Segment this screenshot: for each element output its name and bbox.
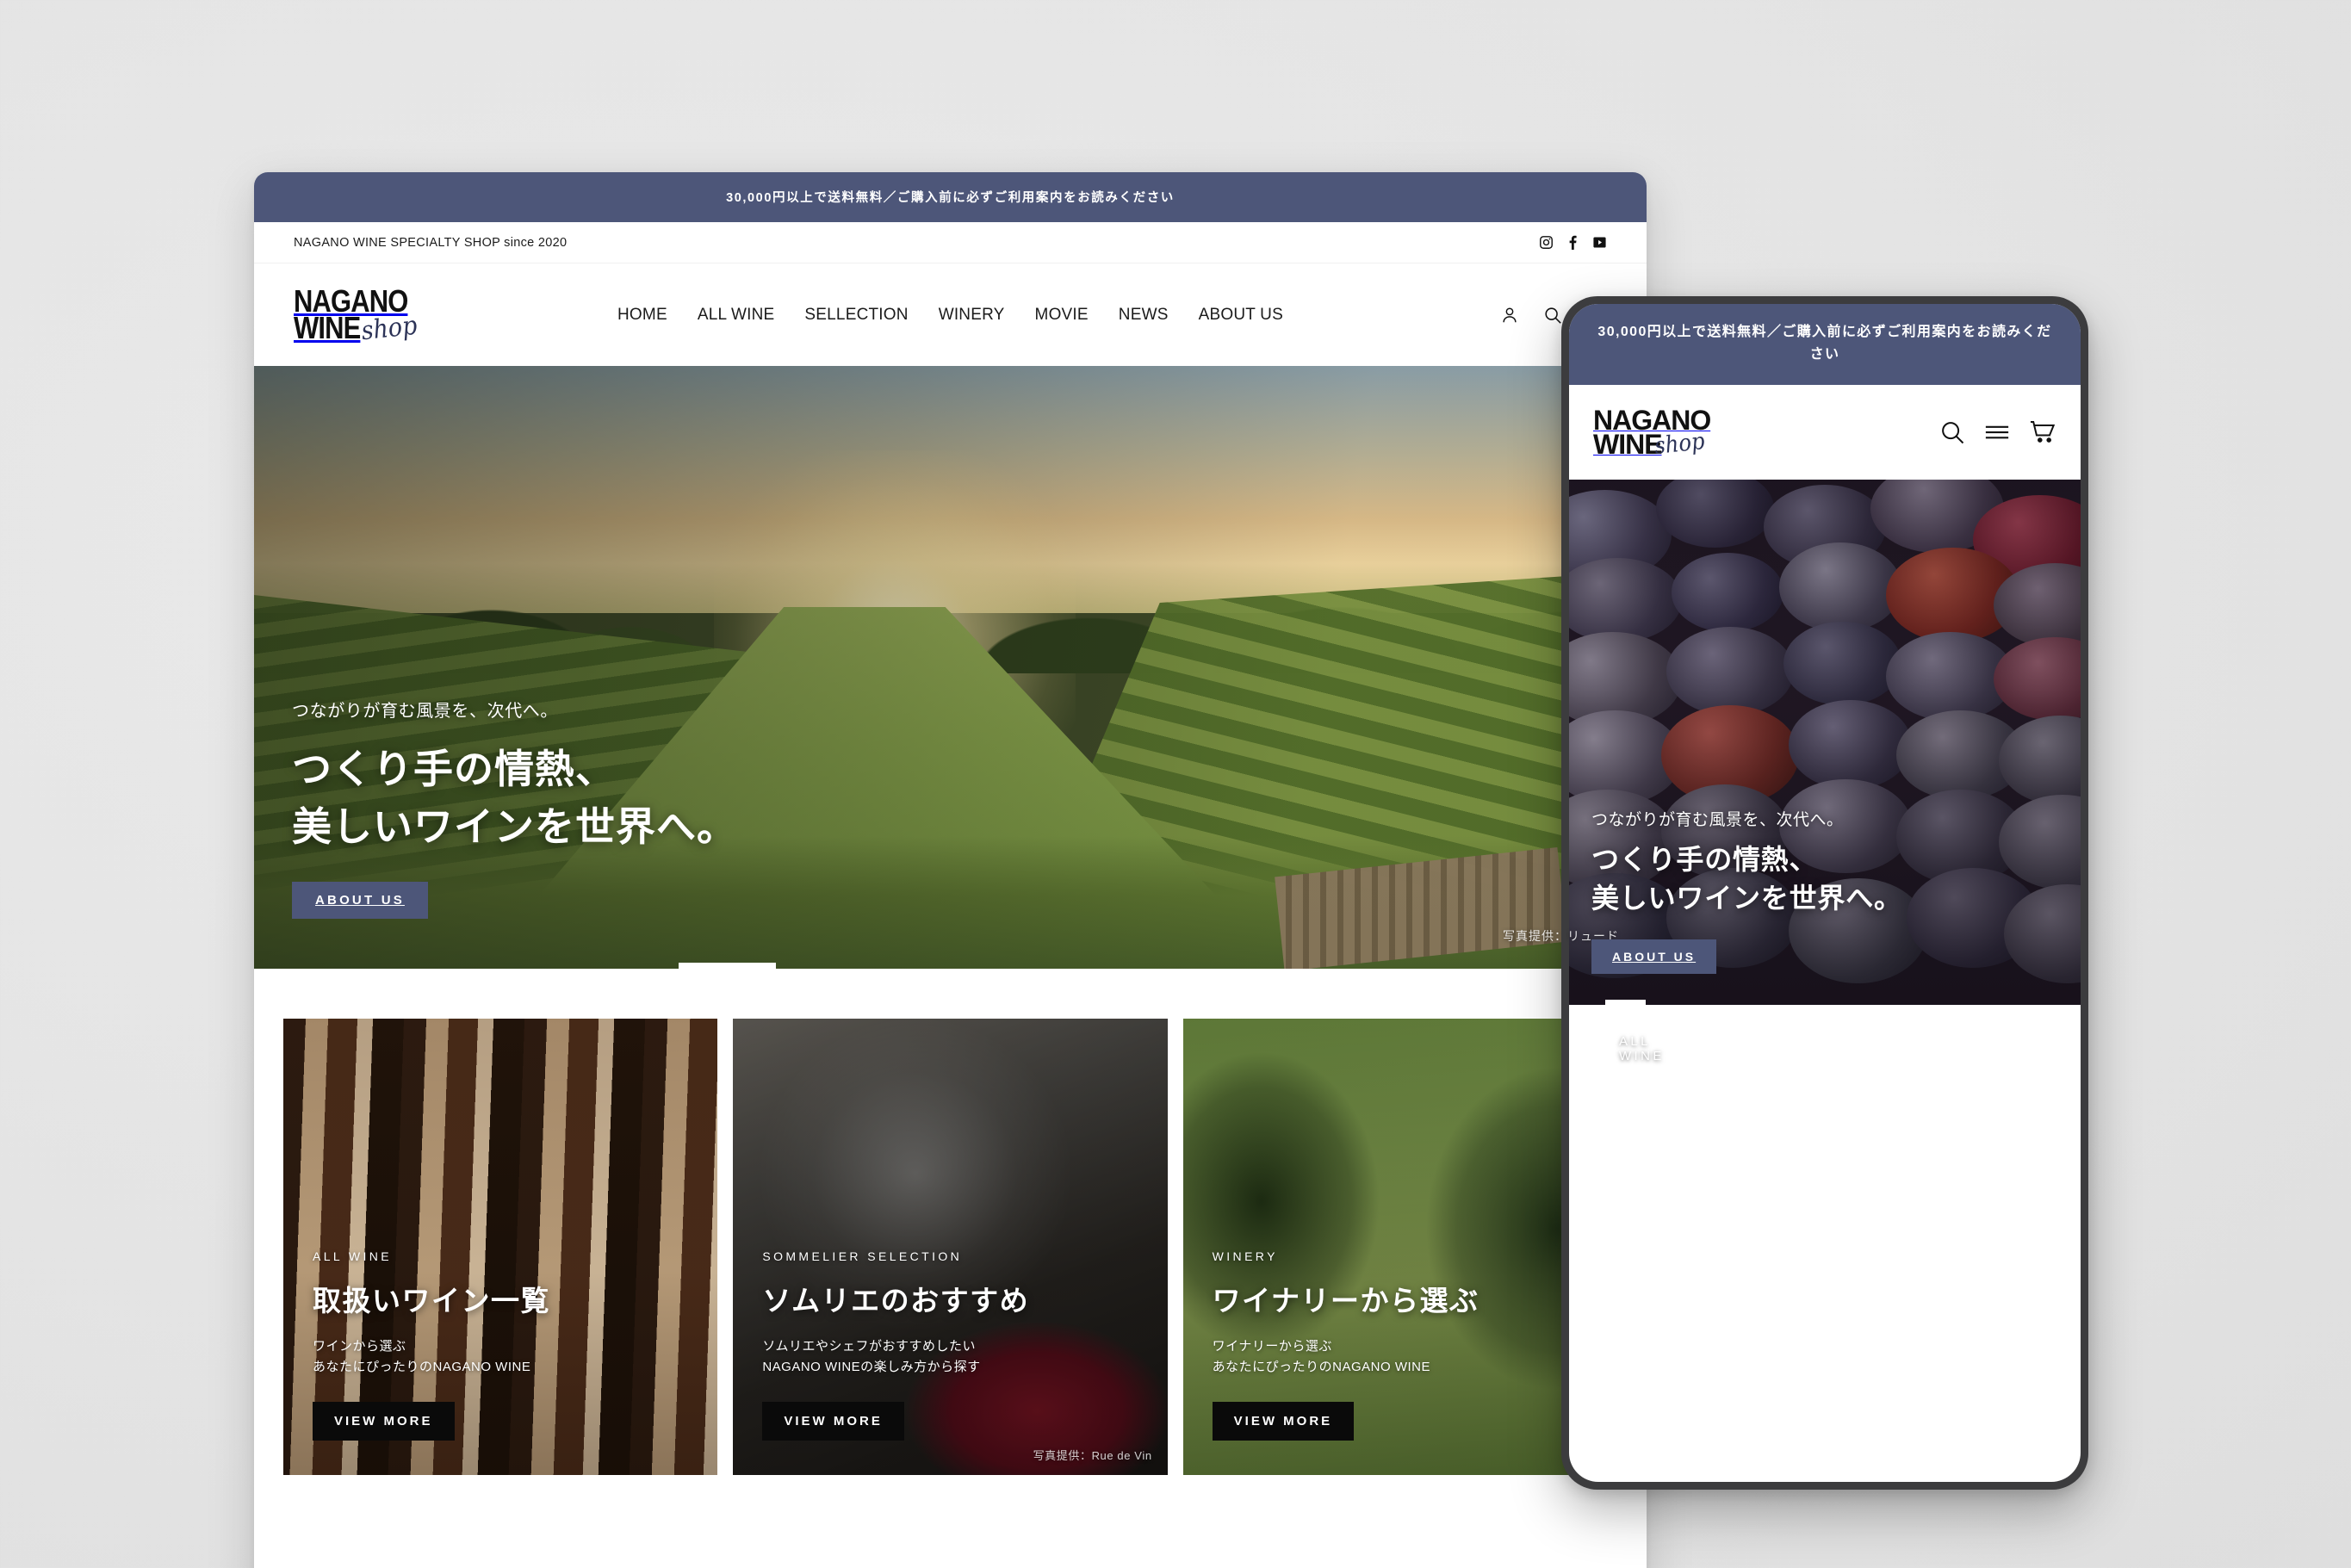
nav-item-movie[interactable]: MOVIE xyxy=(1035,306,1089,325)
hero-title-line-1: つくり手の情熱、 xyxy=(292,746,616,791)
mobile-hero-slider-progress-fill xyxy=(1604,999,1647,1005)
shop-tagline: NAGANO WINE SPECIALTY SHOP since 2020 xyxy=(294,235,568,250)
social-links xyxy=(1539,235,1607,250)
category-card-sommelier-selection[interactable]: SOMMELIER SELECTION ソムリエのおすすめ ソムリエやシェフがお… xyxy=(733,1019,1168,1475)
mobile-hero-title: つくり手の情熱、 美しいワインを世界へ。 xyxy=(1591,840,1902,919)
utility-bar: NAGANO WINE SPECIALTY SHOP since 2020 xyxy=(254,222,1647,263)
nav-item-sellection[interactable]: SELLECTION xyxy=(804,306,908,325)
category-cards-section: ALL WINE 取扱いワイン一覧 ワインから選ぶ あなたにぴったりのNAGAN… xyxy=(254,969,1647,1475)
mobile-hero-about-us-button[interactable]: ABOUT US xyxy=(1591,939,1717,974)
hero-slider[interactable]: つながりが育む風景を、次代へ。 つくり手の情熱、 美しいワインを世界へ。 ABO… xyxy=(254,366,1647,969)
youtube-icon[interactable] xyxy=(1592,235,1607,250)
main-navigation-bar: NAGANO WINE shop HOME ALL WINE SELLECTIO… xyxy=(254,263,1647,366)
cart-icon[interactable] xyxy=(2029,418,2056,446)
card-description-line-2: あなたにぴったりのNAGANO WINE xyxy=(1212,1360,1430,1375)
card-description: ワインから選ぶ あなたにぴったりのNAGANO WINE xyxy=(313,1336,688,1379)
card-description-line-2: あなたにぴったりのNAGANO WINE xyxy=(313,1360,531,1375)
card-title: 取扱いワイン一覧 xyxy=(313,1284,550,1317)
hero-title: つくり手の情熱、 美しいワインを世界へ。 xyxy=(292,741,737,856)
site-logo[interactable]: NAGANO WINE shop xyxy=(294,285,431,346)
search-icon[interactable] xyxy=(1543,306,1562,325)
hero-title-line-2: 美しいワインを世界へ。 xyxy=(292,803,737,849)
card-eyebrow: WINERY xyxy=(1212,1249,1278,1263)
instagram-icon[interactable] xyxy=(1539,235,1554,250)
desktop-browser-window: 30,000円以上で送料無料／ご購入前に必ずご利用案内をお読みください NAGA… xyxy=(254,172,1647,1568)
card-view-more-button[interactable]: VIEW MORE xyxy=(762,1402,904,1441)
mobile-category-cards: ALL WINE xyxy=(1569,1004,2081,1063)
mobile-hero-title-line-2: 美しいワインを世界へ。 xyxy=(1591,883,1902,914)
mobile-header: NAGANO WINE shop xyxy=(1569,384,2081,480)
logo-script-shop: shop xyxy=(359,310,419,346)
card-title: ワイナリーから選ぶ xyxy=(1212,1284,1479,1317)
hamburger-menu-icon[interactable] xyxy=(1984,419,2010,445)
primary-nav: HOME ALL WINE SELLECTION WINERY MOVIE NE… xyxy=(457,306,1443,325)
mobile-hero-title-line-1: つくり手の情熱、 xyxy=(1591,843,1818,875)
mobile-hero-slider-progress[interactable] xyxy=(1569,999,2081,1005)
mobile-logo-line-wine: WINE xyxy=(1593,428,1663,460)
mobile-announcement-bar[interactable]: 30,000円以上で送料無料／ご購入前に必ずご利用案内をお読みください xyxy=(1569,304,2081,385)
card-description-line-1: ワインから選ぶ xyxy=(313,1338,406,1354)
category-card-all-wine[interactable]: ALL WINE 取扱いワイン一覧 ワインから選ぶ あなたにぴったりのNAGAN… xyxy=(283,1019,718,1475)
hero-slider-progress[interactable] xyxy=(254,963,1647,969)
mobile-screen: 30,000円以上で送料無料／ご購入前に必ずご利用案内をお読みください NAGA… xyxy=(1569,304,2081,1482)
card-description: ワイナリーから選ぶ あなたにぴったりのNAGANO WINE xyxy=(1213,1336,1588,1379)
nav-item-home[interactable]: HOME xyxy=(617,306,667,325)
mobile-site-logo[interactable]: NAGANO WINE shop xyxy=(1593,406,1722,460)
card-view-more-button[interactable]: VIEW MORE xyxy=(313,1402,455,1441)
card-description: ソムリエやシェフがおすすめしたい NAGANO WINEの楽しみ方から探す xyxy=(762,1336,1138,1379)
nav-item-all-wine[interactable]: ALL WINE xyxy=(698,306,775,325)
card-description-line-2: NAGANO WINEの楽しみ方から探す xyxy=(762,1360,981,1375)
category-card-winery[interactable]: WINERY ワイナリーから選ぶ ワイナリーから選ぶ あなたにぴったりのNAGA… xyxy=(1182,1019,1617,1475)
hero-subtitle: つながりが育む風景を、次代へ。 xyxy=(292,701,558,721)
account-icon[interactable] xyxy=(1500,306,1519,325)
mobile-icon-group xyxy=(1939,418,2056,446)
card-title: ソムリエのおすすめ xyxy=(762,1284,1030,1317)
nav-item-winery[interactable]: WINERY xyxy=(939,306,1005,325)
card-eyebrow: ALL WINE xyxy=(313,1249,393,1263)
nav-item-news[interactable]: NEWS xyxy=(1119,306,1169,325)
search-icon[interactable] xyxy=(1939,419,1965,445)
card-description-line-1: ワイナリーから選ぶ xyxy=(1212,1338,1332,1354)
card-view-more-button[interactable]: VIEW MORE xyxy=(1212,1402,1355,1441)
mobile-hero-content: つながりが育む風景を、次代へ。 つくり手の情熱、 美しいワインを世界へ。 ABO… xyxy=(1591,807,1902,974)
hero-about-us-button[interactable]: ABOUT US xyxy=(292,882,428,919)
card-eyebrow: SOMMELIER SELECTION xyxy=(762,1249,963,1263)
hero-slider-progress-fill xyxy=(679,963,777,969)
nav-item-about-us[interactable]: ABOUT US xyxy=(1199,306,1283,325)
mobile-phone-mockup: 30,000円以上で送料無料／ご購入前に必ずご利用案内をお読みください NAGA… xyxy=(1561,296,2088,1490)
announcement-bar[interactable]: 30,000円以上で送料無料／ご購入前に必ずご利用案内をお読みください xyxy=(254,172,1647,222)
mobile-hero-subtitle: つながりが育む風景を、次代へ。 xyxy=(1591,810,1844,829)
mobile-logo-script-shop: shop xyxy=(1653,427,1706,460)
mobile-hero-slider[interactable]: つながりが育む風景を、次代へ。 つくり手の情熱、 美しいワインを世界へ。 ABO… xyxy=(1569,479,2081,1005)
facebook-icon[interactable] xyxy=(1568,235,1578,250)
hero-content: つながりが育む風景を、次代へ。 つくり手の情熱、 美しいワインを世界へ。 ABO… xyxy=(292,697,737,919)
card-photo-credit: 写真提供：Rue de Vin xyxy=(1033,1449,1152,1462)
card-description-line-1: ソムリエやシェフがおすすめしたい xyxy=(762,1338,977,1354)
